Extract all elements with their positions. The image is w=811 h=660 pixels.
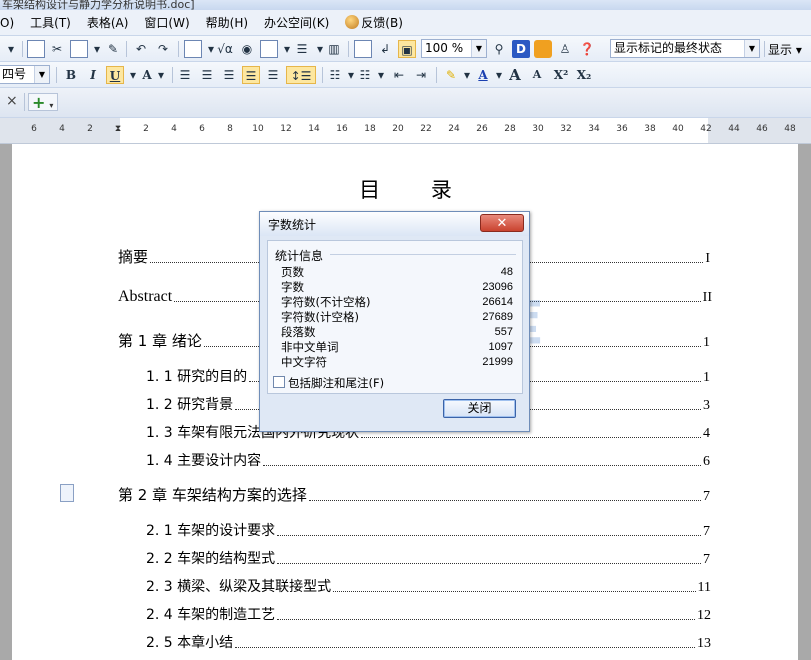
menu-window[interactable]: 窗口(W) [136, 12, 197, 34]
insert-table-icon[interactable] [260, 40, 278, 58]
superscript-button[interactable]: X² [550, 66, 572, 84]
undo-icon[interactable]: ↶ [132, 40, 150, 58]
feedback-icon [345, 14, 360, 29]
show-menu[interactable]: 显示 ▾ [768, 41, 802, 58]
menu-office-space[interactable]: 办公空间(K) [256, 12, 337, 34]
stat-row: 中文字符 21999 [281, 355, 513, 369]
stat-row: 段落数 557 [281, 325, 513, 339]
indent-marker-icon[interactable]: ⧗ [108, 124, 128, 134]
stat-row: 字符数(计空格) 27689 [281, 310, 513, 324]
shrink-font-button[interactable]: A [528, 66, 546, 84]
font-size-value: 四号 [2, 67, 27, 81]
include-footnotes-checkbox[interactable]: 包括脚注和尾注(F) [273, 375, 384, 391]
menu-format[interactable]: O) [0, 12, 22, 34]
cut-icon[interactable]: ✂ [48, 40, 66, 58]
d-icon[interactable]: D [512, 40, 530, 58]
toc-entry[interactable]: 第 2 章 车架结构方案的选择 7 [118, 484, 710, 505]
paste-icon[interactable] [70, 40, 88, 58]
document-tab-bar: × + ▾ [0, 88, 811, 118]
bold-button[interactable]: B [62, 66, 80, 84]
close-button[interactable]: 关闭 [443, 399, 516, 418]
increase-indent-icon[interactable]: ⇥ [412, 66, 430, 84]
copy-icon[interactable] [27, 40, 45, 58]
toc-entry[interactable]: 2. 4 车架的制造工艺 12 [146, 604, 711, 624]
word-count-dialog: 字数统计 ✕ 统计信息 页数 48 字数 23096 字符数(不计空格) 26614 … [259, 211, 530, 432]
menu-help[interactable]: 帮助(H) [198, 12, 256, 34]
distribute-icon[interactable]: ☰ [264, 66, 282, 84]
include-footnotes-label: 包括脚注和尾注(F) [288, 376, 385, 390]
menu-feedback[interactable]: 反馈(B) [337, 12, 411, 34]
chevron-down-icon: ▼ [471, 40, 486, 57]
find-icon[interactable]: ⚲ [490, 40, 508, 58]
zoom-select[interactable]: 100 % ▼ [421, 39, 487, 58]
formatting-toolbar: 四号 ▼ B I U ▾ A ▾ ☰ ☰ ☰ ☰ ☰ ↕☰ ☷ ▾ ☷ ▾ ⇤ ⇥… [0, 62, 811, 88]
toc-title: 目 录 [359, 178, 474, 202]
underline-button[interactable]: U [106, 66, 124, 84]
zoom-value: 100 % [425, 41, 464, 55]
decrease-indent-icon[interactable]: ⇤ [390, 66, 408, 84]
toc-entry[interactable]: 1. 4 主要设计内容 6 [146, 450, 710, 470]
align-right-icon[interactable]: ☰ [220, 66, 238, 84]
statistics-group-label: 统计信息 [275, 249, 324, 263]
statistics-panel: 统计信息 页数 48 字数 23096 字符数(不计空格) 26614 字符数(计空格… [267, 240, 523, 394]
stat-row: 页数 48 [281, 265, 513, 279]
page-layout-icon[interactable]: ▣ [398, 40, 416, 58]
close-tab-icon[interactable]: × [6, 93, 18, 109]
show-hide-icon[interactable]: ↲ [376, 40, 394, 58]
grow-font-button[interactable]: A [506, 66, 524, 84]
toc-entry[interactable]: 2. 3 横梁、纵梁及其联接型式 11 [146, 576, 711, 596]
line-spacing-icon[interactable]: ↕☰ [286, 66, 316, 84]
subscript-button[interactable]: X₂ [573, 66, 595, 84]
gift-icon[interactable] [534, 40, 552, 58]
horizontal-ruler[interactable]: 6 4 2 ⧗ 2 4 6 8 10 12 14 16 18 20 22 24 … [0, 118, 811, 144]
toc-entry[interactable]: 2. 1 车架的设计要求 7 [146, 520, 710, 540]
chart-icon[interactable]: ▥ [325, 40, 343, 58]
markup-state-value: 显示标记的最终状态 [614, 41, 723, 55]
bulleted-list-dropdown-icon[interactable]: ▾ [372, 66, 390, 84]
stat-row: 非中文单词 1097 [281, 340, 513, 354]
new-tab-button[interactable]: + ▾ [28, 93, 58, 111]
menu-feedback-label: 反馈(B) [361, 15, 403, 30]
drawing-icon[interactable] [354, 40, 372, 58]
char-shading-dropdown-icon[interactable]: ▾ [152, 66, 170, 84]
redo-icon[interactable]: ↷ [154, 40, 172, 58]
window-title: 车架结构设计与静力学分析说明书.doc] [0, 0, 811, 10]
justify-icon[interactable]: ☰ [242, 66, 260, 84]
menu-table[interactable]: 表格(A) [79, 12, 137, 34]
chevron-down-icon: ▼ [34, 66, 49, 83]
close-icon[interactable]: ✕ [480, 214, 524, 232]
document-icon [60, 484, 74, 502]
italic-button[interactable]: I [84, 66, 102, 84]
toc-entry[interactable]: 2. 2 车架的结构型式 7 [146, 548, 710, 568]
align-left-icon[interactable]: ☰ [176, 66, 194, 84]
toc-entry[interactable]: 2. 5 本章小结 13 [146, 632, 711, 652]
font-size-select[interactable]: 四号 ▼ [0, 65, 50, 84]
dropdown-arrow-icon[interactable]: ▾ [2, 40, 20, 58]
markup-state-select[interactable]: 显示标记的最终状态 ▼ [610, 39, 760, 58]
menu-tools[interactable]: 工具(T) [22, 12, 79, 34]
format-painter-icon[interactable]: ✎ [104, 40, 122, 58]
globe-icon[interactable]: ◉ [238, 40, 256, 58]
table-icon[interactable] [184, 40, 202, 58]
stat-row: 字符数(不计空格) 26614 [281, 295, 513, 309]
chevron-down-icon: ▼ [744, 40, 759, 57]
checkbox-box[interactable] [273, 376, 285, 388]
shirt-icon[interactable]: ♙ [556, 40, 574, 58]
menu-bar: O) 工具(T) 表格(A) 窗口(W) 帮助(H) 办公空间(K) 反馈(B) [0, 10, 811, 36]
help-icon[interactable]: ❓ [578, 40, 596, 58]
columns-icon[interactable]: ☰ [293, 40, 311, 58]
formula-icon[interactable]: √α [216, 40, 234, 58]
align-center-icon[interactable]: ☰ [198, 66, 216, 84]
stat-row: 字数 23096 [281, 280, 513, 294]
standard-toolbar: ▾ ✂ ▾ ✎ ↶ ↷ ▾ √α ◉ ▾ ☰ ▾ ▥ ↲ ▣ 100 % ▼ ⚲ … [0, 36, 811, 62]
